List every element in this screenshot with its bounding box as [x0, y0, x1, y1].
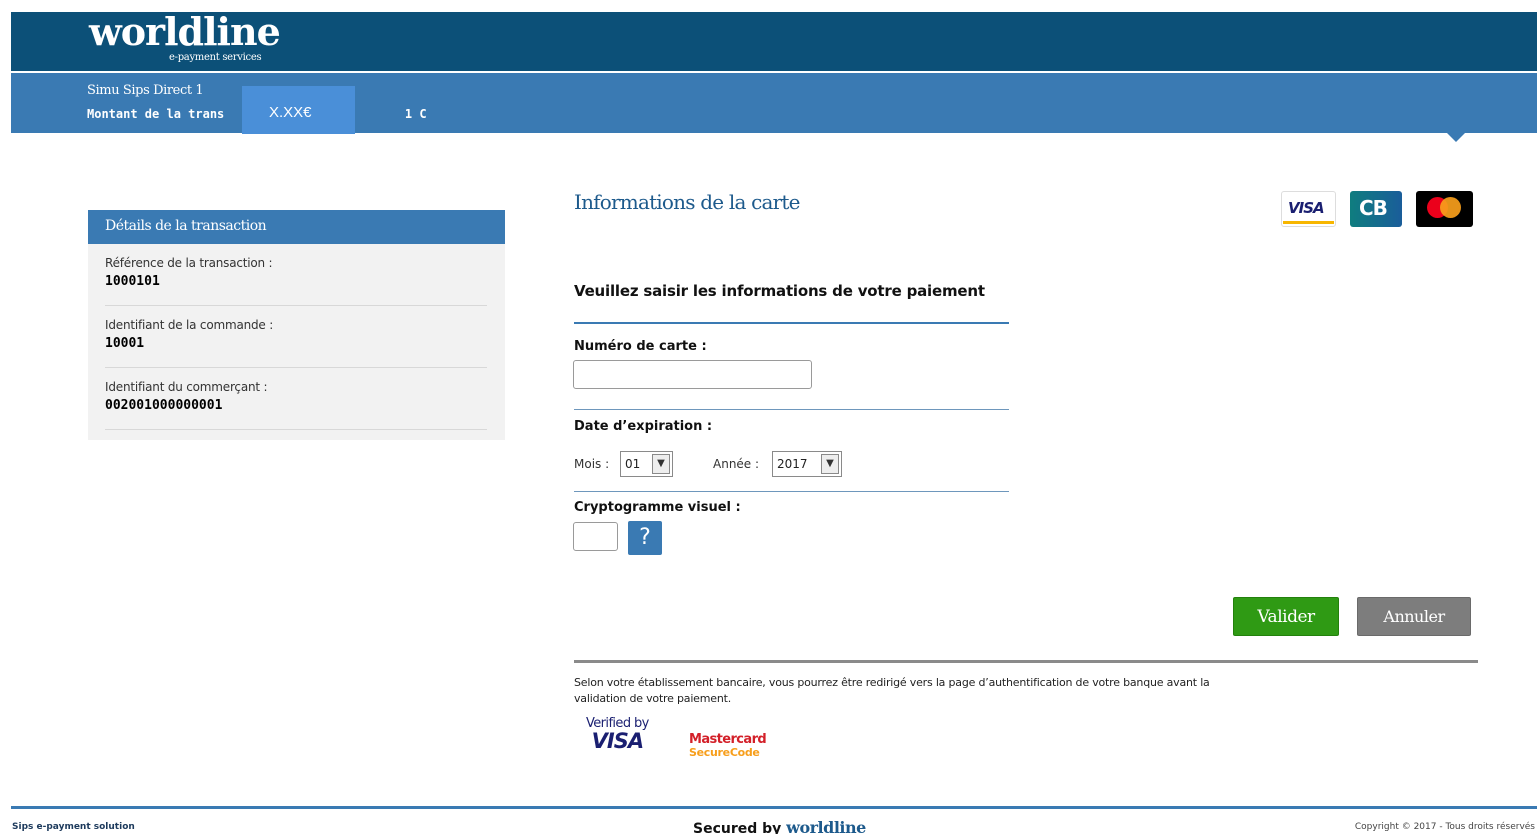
accepted-cards: VISA CB: [1281, 191, 1473, 227]
mastercard-card-icon: [1416, 191, 1473, 227]
month-value: 01: [625, 457, 641, 471]
cb-card-icon: CB: [1350, 191, 1402, 227]
transaction-details-panel: Détails de la transaction Référence de l…: [88, 210, 505, 440]
cb-card-text: CB: [1359, 196, 1388, 220]
verified-by-visa-logo: Verified by VISA: [586, 716, 649, 753]
footer-left-text: Sips e-payment solution: [12, 822, 135, 832]
validate-button[interactable]: Valider: [1233, 597, 1339, 636]
footer-divider: [11, 806, 1537, 809]
details-row: Identifiant de la commande : 10001: [105, 306, 487, 368]
cvv-input[interactable]: [573, 522, 618, 551]
cvv-help-button[interactable]: ?: [628, 521, 662, 555]
top-header-bar: worldline e-payment services: [11, 12, 1537, 71]
year-label: Année :: [713, 457, 760, 471]
card-number-input[interactable]: [573, 360, 812, 389]
details-value: 002001000000001: [105, 398, 223, 413]
details-row: Référence de la transaction : 1000101: [105, 244, 487, 306]
amount-label: Montant de la trans: [87, 107, 225, 121]
details-value: 10001: [105, 336, 145, 351]
divider: [574, 660, 1478, 663]
divider: [574, 322, 1009, 324]
cvv-label: Cryptogramme visuel :: [574, 500, 741, 515]
details-value: 1000101: [105, 274, 160, 289]
form-prompt: Veuillez saisir les informations de votr…: [574, 282, 985, 300]
mastercard-securecode-logo: Mastercard SecureCode: [689, 732, 767, 759]
transaction-summary-bar: Simu Sips Direct 1 Montant de la trans 1…: [11, 73, 1537, 134]
cancel-button[interactable]: Annuler: [1357, 597, 1471, 636]
mc-bottom-text: SecureCode: [689, 746, 760, 759]
card-number-label: Numéro de carte :: [574, 339, 707, 354]
year-value: 2017: [777, 457, 808, 471]
month-select[interactable]: 01 ▼: [620, 451, 673, 477]
month-label: Mois :: [574, 457, 610, 471]
form-title: Informations de la carte: [574, 190, 800, 214]
mc-top-text: Mastercard: [689, 732, 767, 747]
footer-copyright: Copyright © 2017 - Tous droits réservés: [1354, 822, 1535, 832]
footer-secured-prefix: Secured by: [693, 821, 782, 834]
chevron-down-icon[interactable]: ▼: [652, 454, 670, 474]
logo-tagline: e-payment services: [169, 52, 262, 63]
merchant-name: Simu Sips Direct 1: [87, 83, 204, 98]
logo-text: worldline: [89, 9, 281, 54]
footer-brand: worldline: [786, 818, 866, 834]
header-notch: [1447, 133, 1465, 142]
divider: [574, 409, 1009, 410]
details-label: Référence de la transaction :: [105, 256, 273, 270]
visa-card-text: VISA: [1288, 199, 1325, 217]
vbv-bottom-text: VISA: [591, 729, 644, 753]
authentication-notice: Selon votre établissement bancaire, vous…: [574, 676, 1210, 705]
details-row: Identifiant du commerçant : 002001000000…: [105, 368, 487, 430]
year-select[interactable]: 2017 ▼: [772, 451, 842, 477]
footer-secured-by: Secured by worldline: [693, 818, 866, 834]
details-label: Identifiant de la commande :: [105, 318, 274, 332]
chevron-down-icon[interactable]: ▼: [821, 454, 839, 474]
expiry-label: Date d’expiration :: [574, 419, 713, 434]
amount-redaction: X.XX€: [242, 86, 355, 134]
visa-card-icon: VISA: [1281, 191, 1336, 227]
details-label: Identifiant du commerçant :: [105, 380, 268, 394]
divider: [574, 491, 1009, 492]
details-title: Détails de la transaction: [88, 210, 505, 244]
worldline-logo: worldline e-payment services: [89, 9, 281, 64]
